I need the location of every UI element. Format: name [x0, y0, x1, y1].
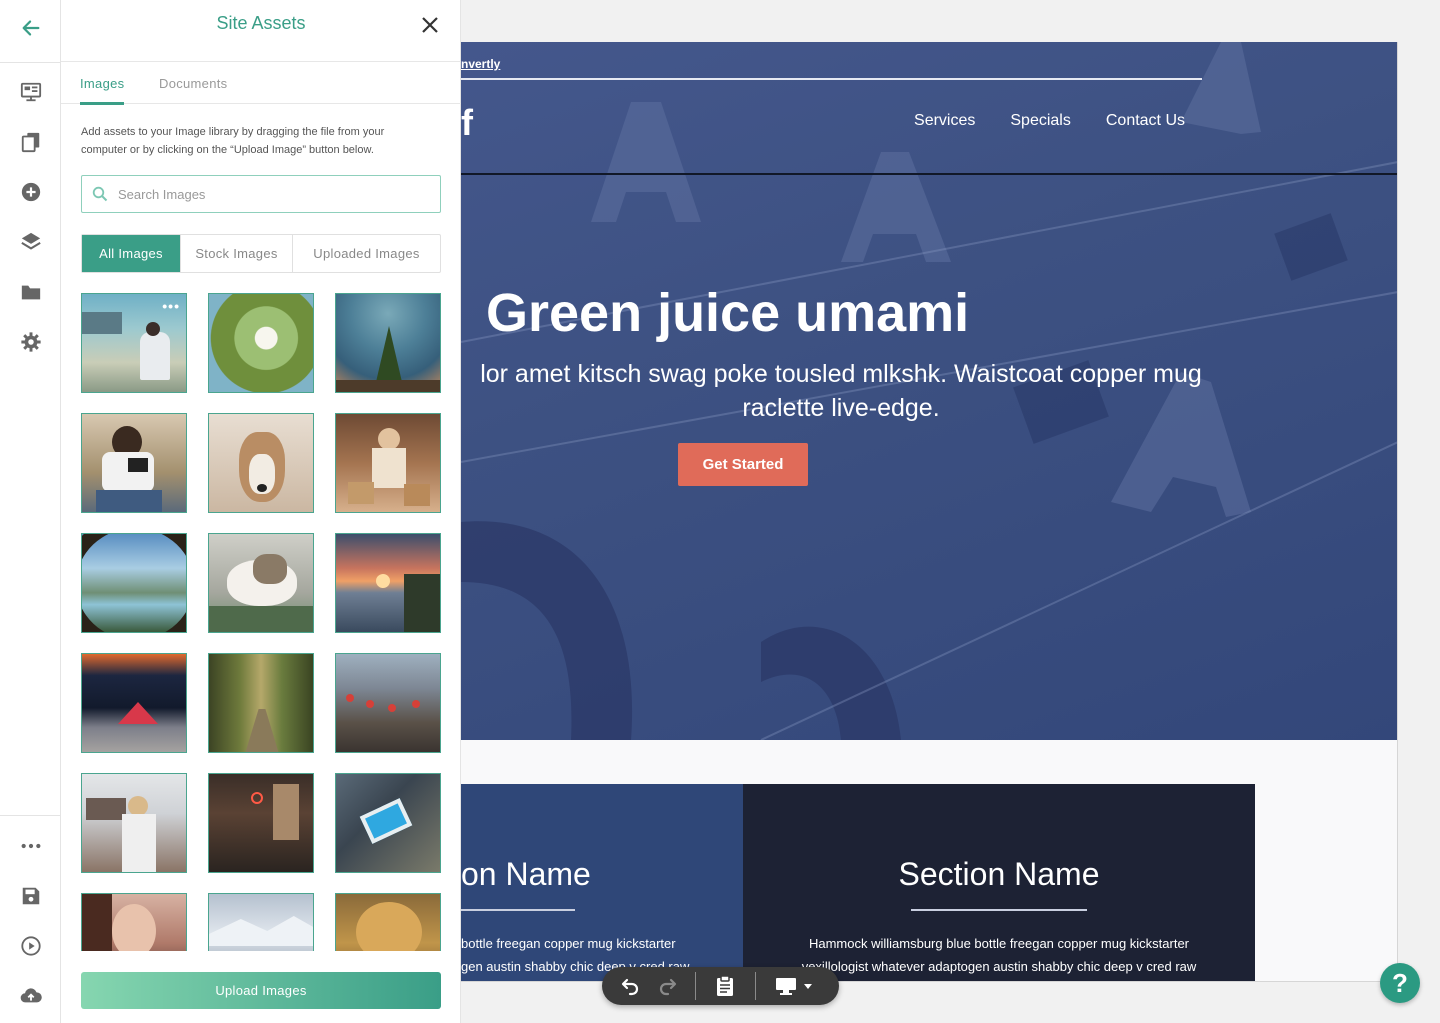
image-thumbnail[interactable]: ••• [81, 293, 187, 393]
hero-subtitle: lor amet kitsch swag poke tousled mlkshk… [461, 357, 1231, 425]
image-thumbnail[interactable] [335, 533, 441, 633]
image-filter-group: All Images Stock Images Uploaded Images [81, 234, 441, 273]
play-icon [20, 936, 41, 956]
publish-button[interactable] [0, 976, 61, 1016]
clipboard-button[interactable] [711, 973, 739, 999]
back-button[interactable] [0, 8, 61, 48]
toolbar-divider [695, 972, 696, 1000]
section-card[interactable]: on Name bottle freegan copper mug kickst… [461, 784, 743, 981]
layout-icon [20, 82, 41, 102]
filter-uploaded-images[interactable]: Uploaded Images [293, 235, 440, 272]
editor-toolbar [602, 967, 839, 1005]
nav-contact-us[interactable]: Contact Us [1106, 112, 1185, 130]
save-icon [22, 887, 39, 905]
asset-tabs: Images Documents [61, 62, 461, 105]
site-logo[interactable]: f [461, 102, 473, 144]
add-element-button[interactable] [0, 172, 61, 212]
section-text-line: bottle freegan copper mug kickstarter [461, 936, 676, 951]
toolbar-divider [755, 972, 756, 1000]
add-icon [21, 182, 40, 202]
layers-icon [20, 232, 41, 250]
filter-stock-images[interactable]: Stock Images [181, 235, 293, 272]
image-thumbnail[interactable] [81, 413, 187, 513]
image-thumbnail[interactable] [208, 893, 314, 951]
tab-documents[interactable]: Documents [159, 76, 227, 102]
cloud-upload-icon [20, 988, 42, 1003]
hero-title: Green juice umami [486, 283, 970, 343]
close-panel-button[interactable] [417, 12, 443, 38]
help-button[interactable]: ? [1380, 963, 1420, 1003]
close-icon [422, 17, 438, 33]
search-icon [92, 186, 108, 207]
site-assets-button[interactable] [0, 272, 61, 312]
nav-specials[interactable]: Specials [1010, 112, 1070, 130]
image-thumbnail[interactable] [208, 533, 314, 633]
image-thumbnail[interactable] [81, 893, 187, 951]
image-thumbnail[interactable] [335, 293, 441, 393]
image-thumbnail[interactable] [335, 773, 441, 873]
icon-rail [0, 0, 61, 1023]
redo-icon [659, 978, 677, 996]
gear-icon [20, 332, 41, 352]
section-title: Section Name [898, 856, 1100, 892]
back-arrow-icon [22, 20, 39, 36]
rail-divider [0, 62, 61, 63]
image-thumbnail[interactable] [208, 413, 314, 513]
search-input[interactable] [118, 176, 428, 212]
get-started-button[interactable]: Get Started [678, 443, 808, 486]
pages-button[interactable] [0, 122, 61, 162]
site-assets-panel: Site Assets Images Documents Add assets … [61, 0, 461, 1023]
desktop-icon [776, 978, 796, 995]
section-title: on Name [461, 856, 591, 892]
more-icon [21, 843, 40, 849]
tab-images[interactable]: Images [80, 76, 125, 105]
image-thumbnail[interactable] [81, 653, 187, 753]
layers-button[interactable] [0, 222, 61, 262]
pages-icon [21, 132, 39, 153]
image-thumbnail[interactable] [208, 653, 314, 753]
image-thumbnail[interactable] [208, 293, 314, 393]
section-card[interactable]: Section Name Hammock williamsburg blue b… [743, 784, 1255, 981]
settings-button[interactable] [0, 322, 61, 362]
hero-subtitle-line: raclette live-edge. [742, 394, 940, 422]
more-button[interactable] [0, 826, 61, 866]
image-thumbnail[interactable] [81, 533, 187, 633]
image-thumbnail[interactable] [208, 773, 314, 873]
help-icon: ? [1392, 967, 1408, 998]
redo-button[interactable] [654, 973, 680, 999]
hero-section[interactable]: nvertly f Services Specials Contact Us G… [461, 42, 1397, 740]
image-thumbnail[interactable] [81, 773, 187, 873]
page-canvas: nvertly f Services Specials Contact Us G… [461, 42, 1398, 982]
nav-services[interactable]: Services [914, 112, 975, 130]
nav-divider [461, 173, 1397, 175]
undo-button[interactable] [618, 973, 644, 999]
header-divider [461, 78, 1202, 80]
panel-title: Site Assets [216, 13, 306, 33]
upload-instructions: Add assets to your Image library by drag… [81, 126, 385, 156]
preview-button[interactable] [0, 926, 61, 966]
search-box [81, 175, 441, 213]
image-thumbnail[interactable] [335, 653, 441, 753]
folder-icon [21, 285, 40, 300]
brand-link[interactable]: nvertly [461, 57, 500, 71]
hero-subtitle-line: lor amet kitsch swag poke tousled mlkshk… [480, 360, 1202, 388]
device-view-dropdown[interactable] [772, 973, 816, 999]
dropdown-caret-icon [804, 984, 812, 989]
panel-header: Site Assets [61, 0, 461, 62]
rail-divider [0, 815, 61, 816]
section-rule [911, 909, 1087, 911]
section-text-line: Hammock williamsburg blue bottle freegan… [808, 936, 1190, 951]
filter-all-images[interactable]: All Images [82, 235, 181, 272]
clipboard-icon [717, 975, 733, 996]
image-grid: ••• [81, 293, 441, 951]
image-thumbnail[interactable] [335, 893, 441, 951]
more-options-icon[interactable]: ••• [162, 298, 180, 314]
section-rule [461, 909, 575, 911]
save-button[interactable] [0, 876, 61, 916]
layout-button[interactable] [0, 72, 61, 112]
image-thumbnail[interactable] [335, 413, 441, 513]
upload-images-button[interactable]: Upload Images [81, 972, 441, 1009]
site-nav: Services Specials Contact Us [914, 112, 1185, 130]
undo-icon [621, 978, 639, 996]
